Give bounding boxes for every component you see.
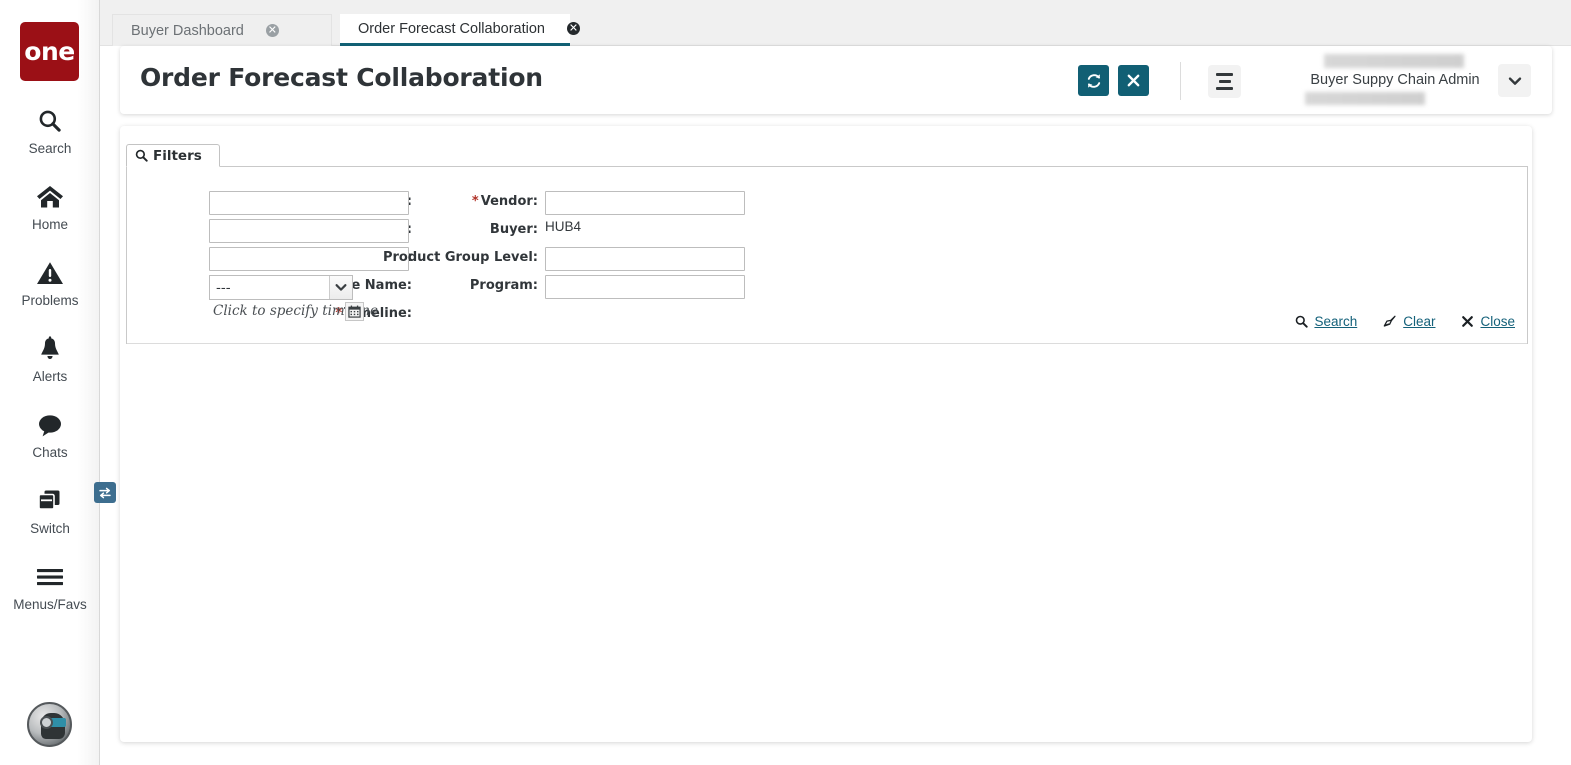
sidebar-item-chats[interactable]: Chats <box>0 408 100 460</box>
required-marker: * <box>471 194 479 209</box>
filters-body: Ship To Site: From Site: Item Name: Issu… <box>126 166 1528 344</box>
hamburger-icon-line <box>1216 73 1233 76</box>
sidebar-item-label: Search <box>28 141 72 156</box>
hamburger-icon-line <box>1216 87 1233 90</box>
hamburger-icon <box>35 560 65 594</box>
calendar-icon[interactable] <box>345 302 364 321</box>
search-icon <box>135 149 148 162</box>
search-link[interactable]: Search <box>1295 314 1357 329</box>
sidebar-item-label: Menus/Favs <box>13 597 87 612</box>
sidebar-item-switch[interactable]: Switch <box>0 482 116 536</box>
sidebar-item-problems[interactable]: Problems <box>0 256 100 308</box>
filter-actions: Search Clear Close <box>1295 314 1515 329</box>
tab-buyer-dashboard[interactable]: Buyer Dashboard ✕ <box>112 14 332 46</box>
user-identity-block[interactable]: Buyer Suppy Chain Admin <box>1305 52 1485 108</box>
ai-assistant-avatar[interactable] <box>27 702 72 747</box>
bell-icon <box>37 332 63 366</box>
tab-label: Buyer Dashboard <box>131 22 244 39</box>
field-label: Buyer: <box>489 222 538 237</box>
left-sidebar: one Search Home Problems Alerts Chats Sw… <box>0 0 116 765</box>
clear-link-label: Clear <box>1403 314 1436 329</box>
clear-link[interactable]: Clear <box>1383 314 1435 329</box>
field-program: Program: <box>257 275 538 299</box>
sidebar-item-label: Switch <box>30 521 70 536</box>
filters-footer-divider <box>127 343 1527 344</box>
field-buyer: Buyer: <box>257 219 538 243</box>
close-circle-icon[interactable]: ✕ <box>566 22 580 35</box>
sidebar-item-home[interactable]: Home <box>0 180 100 232</box>
sidebar-item-label: Alerts <box>32 369 68 384</box>
page-title: Order Forecast Collaboration <box>140 63 543 92</box>
sidebar-item-menus-favs[interactable]: Menus/Favs <box>0 560 100 612</box>
search-link-label: Search <box>1314 314 1358 329</box>
page-header-card: Order Forecast Collaboration Buyer Suppy… <box>120 46 1552 114</box>
product-group-level-input[interactable] <box>545 247 745 271</box>
refresh-icon <box>1085 72 1103 90</box>
close-x-icon <box>1126 73 1141 88</box>
field-label-text: Vendor: <box>480 194 538 209</box>
eraser-icon <box>1383 315 1397 328</box>
chat-bubble-icon <box>36 408 64 442</box>
field-vendor: * Vendor: <box>257 191 538 215</box>
search-icon <box>37 104 63 138</box>
close-link-label: Close <box>1480 314 1515 329</box>
close-circle-icon[interactable]: ✕ <box>265 24 279 37</box>
swap-arrows-icon[interactable] <box>94 482 116 503</box>
close-link[interactable]: Close <box>1461 314 1515 329</box>
hamburger-icon-line <box>1218 80 1231 83</box>
sidebar-item-search[interactable]: Search <box>0 104 100 156</box>
field-label: Program: <box>469 278 538 293</box>
brand-logo[interactable]: one <box>20 22 79 81</box>
menu-button[interactable] <box>1208 65 1241 98</box>
header-divider <box>1180 62 1181 100</box>
tab-filters[interactable]: Filters <box>126 144 220 167</box>
field-product-group-level: Product Group Level: <box>257 247 538 271</box>
tab-filters-label: Filters <box>153 147 202 164</box>
sidebar-item-label: Chats <box>32 445 68 460</box>
cancel-button[interactable] <box>1118 65 1149 96</box>
vendor-input[interactable] <box>545 191 745 215</box>
user-role-label: Buyer Suppy Chain Admin <box>1310 72 1480 88</box>
chevron-down-icon <box>1508 76 1522 86</box>
tab-order-forecast-collaboration[interactable]: Order Forecast Collaboration ✕ <box>340 14 580 46</box>
user-menu-button[interactable] <box>1498 64 1531 97</box>
sidebar-item-label: Home <box>31 217 68 232</box>
search-icon <box>1295 315 1309 328</box>
warning-triangle-icon <box>36 256 64 290</box>
redacted-bar-top <box>1324 54 1464 68</box>
tab-label: Order Forecast Collaboration <box>358 20 545 37</box>
redacted-bar-bottom <box>1305 92 1425 105</box>
refresh-button[interactable] <box>1078 65 1109 96</box>
main-content-card: Filters Ship To Site: From Site: Item Na… <box>120 126 1532 742</box>
program-input[interactable] <box>545 275 745 299</box>
sidebar-item-label: Problems <box>21 293 79 308</box>
home-icon <box>36 180 64 214</box>
close-x-icon <box>1461 315 1474 328</box>
filters-panel: Filters Ship To Site: From Site: Item Na… <box>126 144 1528 344</box>
buyer-value: HUB4 <box>545 219 582 234</box>
browser-tab-strip: Buyer Dashboard ✕ Order Forecast Collabo… <box>100 0 1571 46</box>
field-label: * Vendor: <box>472 194 538 209</box>
avatar-lens-shape <box>40 716 53 729</box>
sidebar-item-alerts[interactable]: Alerts <box>0 332 100 384</box>
windows-stack-icon <box>36 482 116 518</box>
brand-logo-text: one <box>24 37 75 66</box>
field-label: Product Group Level: <box>382 250 538 265</box>
